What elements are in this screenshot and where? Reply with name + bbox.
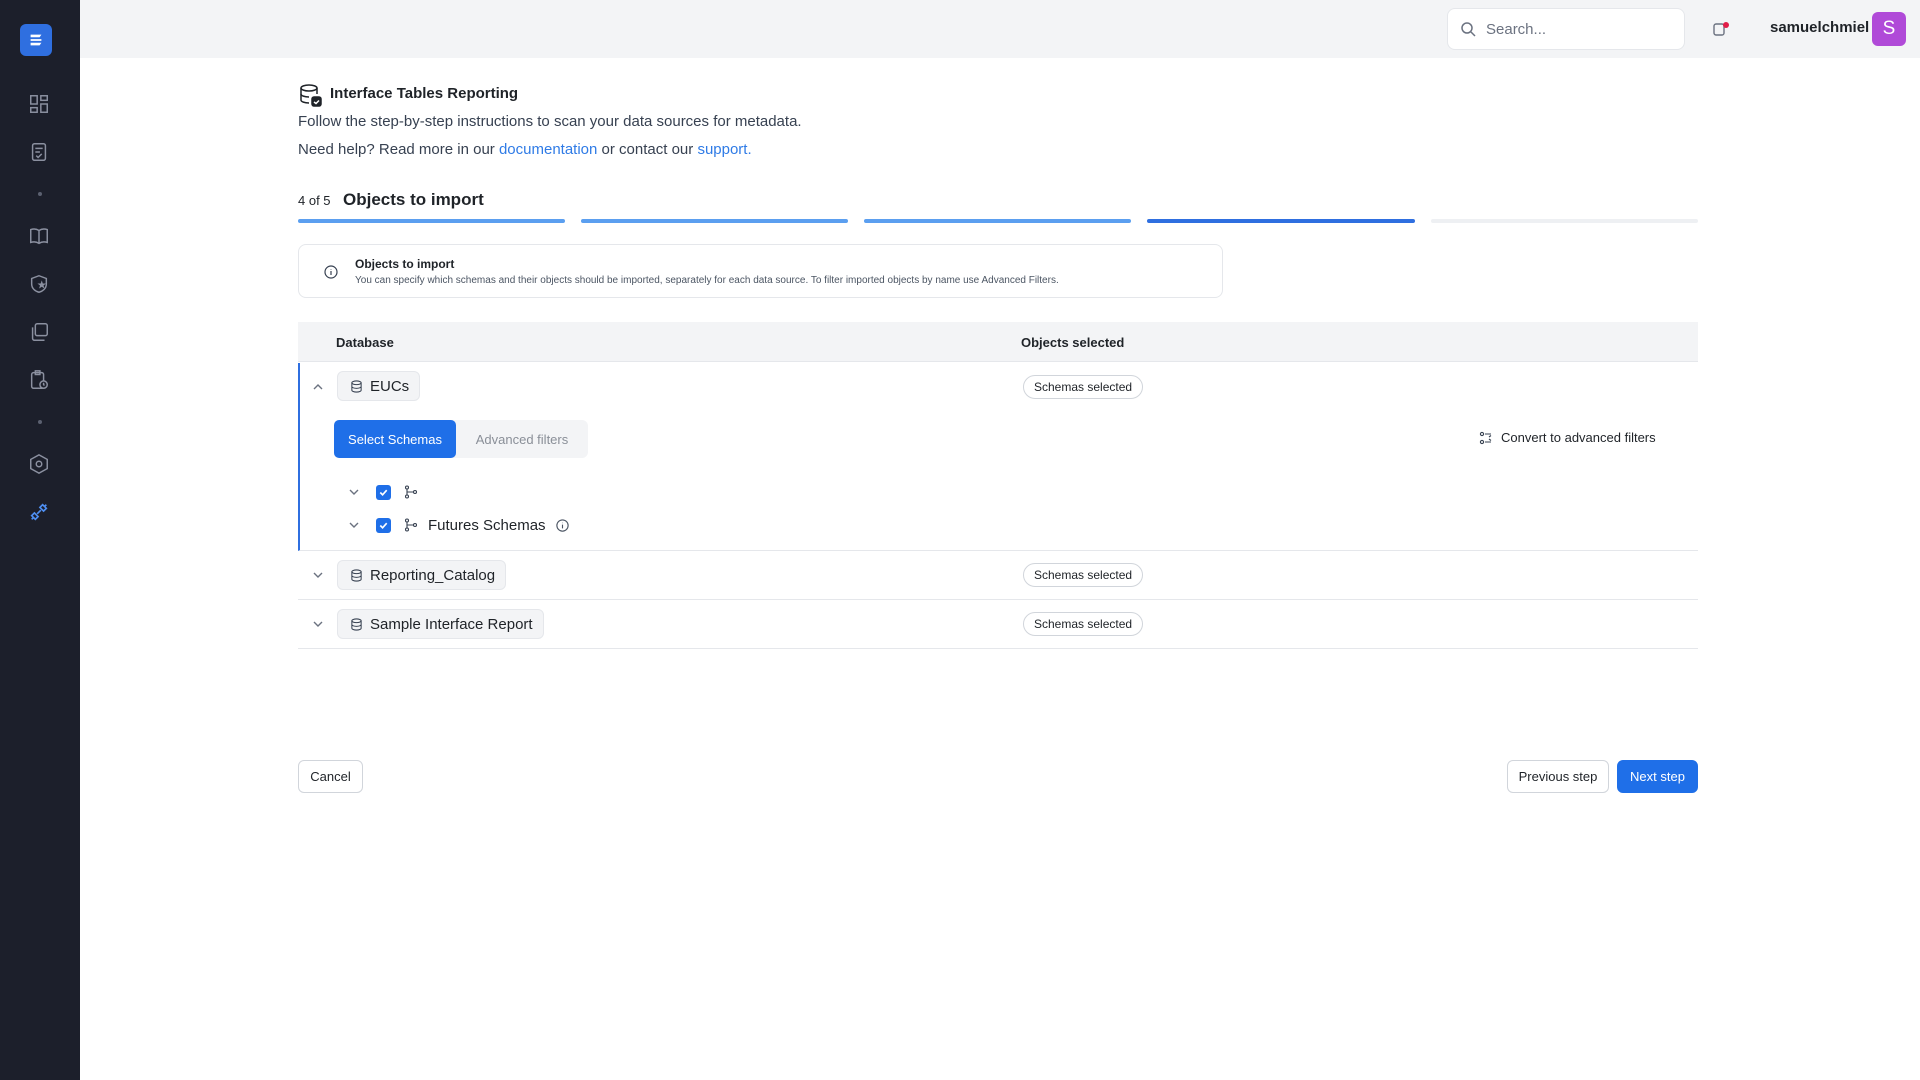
documentation-link[interactable]: documentation <box>499 141 597 158</box>
notification-dot <box>1723 22 1729 28</box>
status-badge: Schemas selected <box>1023 563 1144 587</box>
database-icon <box>300 84 322 107</box>
next-step-button[interactable]: Next step <box>1617 760 1698 793</box>
tab-select-schemas[interactable]: Select Schemas <box>334 420 456 458</box>
schema-name: Futures Schemas <box>428 516 546 534</box>
step-title: Objects to import <box>343 190 484 209</box>
info-box: Objects to import You can specify which … <box>298 244 1223 298</box>
step-count: 4 of 5 <box>298 193 331 208</box>
database-chip: Sample Interface Report <box>337 609 544 639</box>
progress-step-3 <box>864 219 1131 223</box>
convert-icon <box>1479 431 1492 444</box>
chevron-down-icon[interactable] <box>311 568 325 582</box>
help-middle: or contact our <box>601 141 694 158</box>
table-header: Database Objects selected <box>298 322 1698 362</box>
database-icon <box>351 380 362 393</box>
logo-icon <box>30 34 42 46</box>
schema-checkbox[interactable] <box>376 517 391 533</box>
help-prefix: Need help? Read more in our <box>298 141 495 158</box>
check-icon <box>379 522 388 529</box>
schema-item: Futures Schemas <box>376 515 570 535</box>
search-box[interactable] <box>1447 8 1685 50</box>
settings-hex-icon[interactable] <box>27 452 51 476</box>
status-badge: Schemas selected <box>1023 375 1144 399</box>
support-link[interactable]: support. <box>697 141 751 158</box>
progress-step-5 <box>1431 219 1698 223</box>
chevron-down-icon[interactable] <box>311 617 325 631</box>
info-title: Objects to import <box>355 257 455 271</box>
page-title: Interface Tables Reporting <box>330 85 519 102</box>
table-row: EUCs Schemas selected Select Schemas Adv… <box>298 363 1698 551</box>
database-name: Sample Interface Report <box>370 615 533 633</box>
clipboard-clock-icon[interactable] <box>27 368 51 392</box>
progress-step-1 <box>298 219 565 223</box>
schema-tree-icon <box>404 485 418 499</box>
chevron-down-icon[interactable] <box>347 518 361 532</box>
dashboard-icon[interactable] <box>27 92 51 116</box>
column-database: Database <box>336 335 394 350</box>
layers-icon[interactable] <box>27 320 51 344</box>
table-row: Reporting_Catalog Schemas selected <box>298 551 1698 600</box>
tab-advanced-filters[interactable]: Advanced filters <box>458 422 586 456</box>
help-text: Need help? Read more in our documentatio… <box>298 141 752 158</box>
convert-to-advanced-filters-button[interactable]: Convert to advanced filters <box>1479 430 1656 445</box>
chevron-down-icon[interactable] <box>347 485 361 499</box>
status-badge: Schemas selected <box>1023 612 1144 636</box>
top-bar: samuelchmiel S <box>80 0 1920 58</box>
app-logo[interactable] <box>20 24 52 56</box>
avatar[interactable]: S <box>1872 12 1906 46</box>
book-icon[interactable] <box>27 224 51 248</box>
table-row: Sample Interface Report Schemas selected <box>298 600 1698 649</box>
search-icon <box>1461 22 1476 37</box>
database-name: Reporting_Catalog <box>370 566 496 584</box>
column-objects-selected: Objects selected <box>1021 335 1125 350</box>
schema-mode-toggle: Select Schemas Advanced filters <box>334 420 588 458</box>
database-name: EUCs <box>370 377 410 395</box>
previous-step-button[interactable]: Previous step <box>1507 760 1609 793</box>
progress-step-2 <box>581 219 848 223</box>
database-icon <box>351 569 362 582</box>
shield-star-icon[interactable] <box>27 272 51 296</box>
progress-step-4 <box>1147 219 1415 223</box>
chevron-up-icon[interactable] <box>311 380 325 394</box>
schema-tree-icon <box>404 518 418 532</box>
page-intro: Follow the step-by-step instructions to … <box>298 113 802 130</box>
nav-divider <box>38 420 42 424</box>
check-icon <box>379 489 388 496</box>
plug-icon[interactable] <box>27 500 51 524</box>
database-chip: Reporting_Catalog <box>337 560 507 590</box>
info-icon <box>324 265 338 279</box>
schema-item <box>376 482 428 502</box>
schema-checkbox[interactable] <box>376 484 391 500</box>
database-icon <box>351 618 362 631</box>
sidebar <box>0 0 80 1080</box>
database-chip: EUCs <box>337 371 421 401</box>
cancel-button[interactable]: Cancel <box>298 760 363 793</box>
search-input[interactable] <box>1486 20 1676 38</box>
username[interactable]: samuelchmiel <box>1770 19 1869 36</box>
info-icon[interactable] <box>555 518 570 533</box>
nav-divider <box>38 192 42 196</box>
convert-label: Convert to advanced filters <box>1501 430 1656 445</box>
info-text: You can specify which schemas and their … <box>355 275 1059 286</box>
checklist-icon[interactable] <box>27 140 51 164</box>
